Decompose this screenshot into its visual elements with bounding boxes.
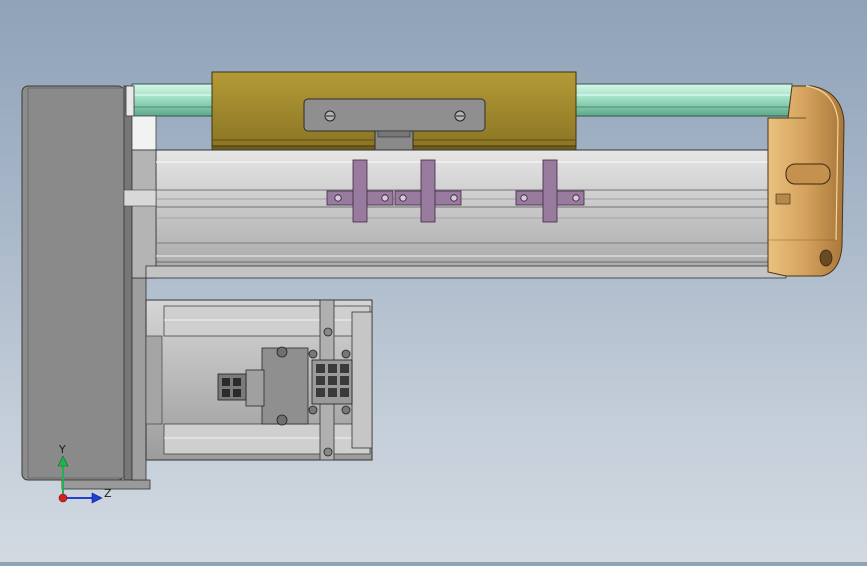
cad-model-drawing[interactable]: Y Z [0, 0, 867, 562]
connector-icon [217, 373, 247, 401]
pin-connector-icon [311, 359, 353, 405]
origin-icon [58, 493, 68, 503]
motor-assembly[interactable] [145, 299, 373, 461]
y-axis-label: Y [58, 443, 66, 456]
end-plate[interactable] [21, 85, 151, 490]
cad-viewport[interactable]: Y Z [0, 0, 867, 562]
z-axis-label: Z [104, 487, 112, 500]
